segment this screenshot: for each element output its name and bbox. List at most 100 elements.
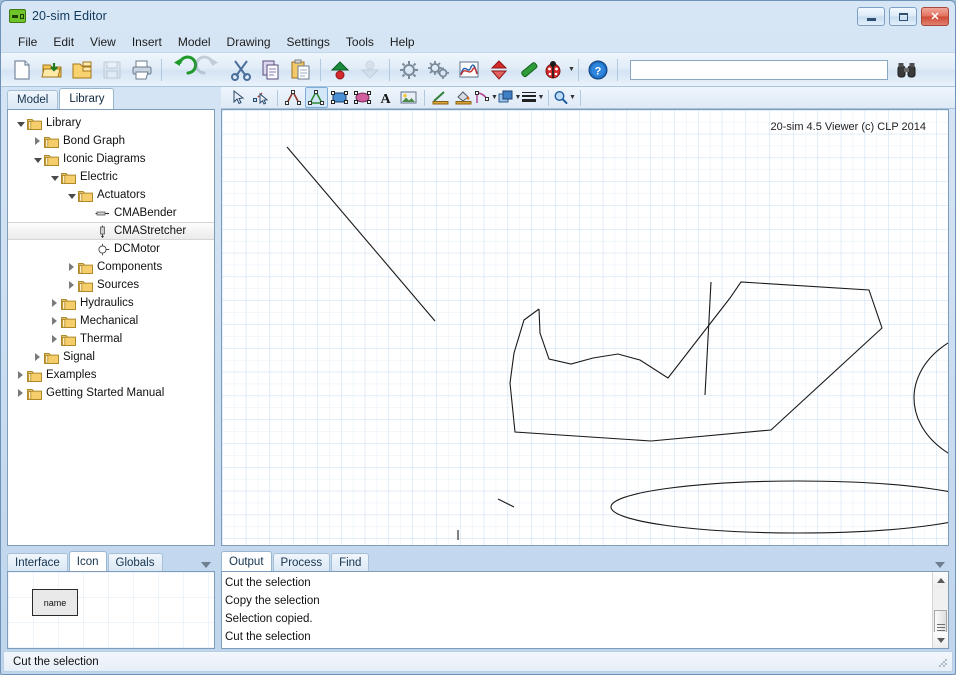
- tree-item-getting-started-manual[interactable]: Getting Started Manual: [8, 384, 214, 402]
- text-button[interactable]: A: [374, 87, 397, 108]
- marker-button[interactable]: [514, 55, 544, 85]
- tree-collapse-toggle-icon[interactable]: [31, 153, 44, 166]
- tree-item-dcmotor[interactable]: DCMotor: [8, 240, 214, 258]
- library-tree-panel[interactable]: Library Bond Graph Iconic Diagrams Electric…: [7, 109, 215, 546]
- tree-item-components[interactable]: Components: [8, 258, 214, 276]
- menu-settings[interactable]: Settings: [279, 33, 338, 51]
- go-up-button[interactable]: [325, 55, 355, 85]
- shape-style-button[interactable]: ▼: [475, 87, 498, 108]
- tree-expand-toggle-icon[interactable]: [48, 333, 61, 346]
- resize-grip-icon[interactable]: [938, 658, 948, 668]
- print-button[interactable]: [127, 55, 157, 85]
- fill-color-button[interactable]: [452, 87, 475, 108]
- menu-help[interactable]: Help: [382, 33, 423, 51]
- tree-item-examples[interactable]: Examples: [8, 366, 214, 384]
- tree-item-cmabender[interactable]: CMABender: [8, 204, 214, 222]
- tree-item-electric[interactable]: Electric: [8, 168, 214, 186]
- scroll-down-icon[interactable]: [201, 562, 211, 568]
- tab-find[interactable]: Find: [331, 553, 370, 571]
- tree-expand-toggle-icon[interactable]: [65, 261, 78, 274]
- save-button[interactable]: [97, 55, 127, 85]
- tree-expand-toggle-icon[interactable]: [14, 387, 27, 400]
- check-model-button[interactable]: [484, 55, 514, 85]
- tree-item-signal[interactable]: Signal: [8, 348, 214, 366]
- output-scrollbar[interactable]: [932, 572, 948, 648]
- search-input[interactable]: [631, 59, 887, 80]
- tree-expand-toggle-icon[interactable]: [48, 315, 61, 328]
- canvas-shapes[interactable]: [222, 110, 948, 545]
- tree-item-mechanical[interactable]: Mechanical: [8, 312, 214, 330]
- icon-name-shape[interactable]: name: [32, 589, 78, 616]
- tree-collapse-toggle-icon[interactable]: [48, 171, 61, 184]
- scrollbar-up-button[interactable]: [933, 572, 948, 588]
- icon-canvas[interactable]: name: [8, 572, 214, 648]
- tab-output[interactable]: Output: [221, 551, 272, 571]
- select-arrow-button[interactable]: [227, 87, 250, 108]
- model-settings-button[interactable]: [394, 55, 424, 85]
- line-color-button[interactable]: [429, 87, 452, 108]
- simulator-button[interactable]: [424, 55, 454, 85]
- tab-process[interactable]: Process: [272, 553, 331, 571]
- polyline-button[interactable]: [282, 87, 305, 108]
- menu-edit[interactable]: Edit: [45, 33, 82, 51]
- menu-view[interactable]: View: [82, 33, 124, 51]
- tree-collapse-toggle-icon[interactable]: [65, 189, 78, 202]
- scrollbar-down-button[interactable]: [933, 632, 948, 648]
- tree-item-iconic-diagrams[interactable]: Iconic Diagrams: [8, 150, 214, 168]
- menu-insert[interactable]: Insert: [124, 33, 170, 51]
- drawing-canvas-panel[interactable]: 20-sim 4.5 Viewer (c) CLP 2014: [221, 109, 949, 546]
- cut-button[interactable]: [226, 55, 256, 85]
- ellipse-button[interactable]: [351, 87, 374, 108]
- tab-interface[interactable]: Interface: [7, 553, 68, 571]
- tab-library[interactable]: Library: [59, 88, 115, 109]
- arrange-button[interactable]: ▼: [498, 87, 521, 108]
- zoom-button[interactable]: ▼: [553, 87, 576, 108]
- search-box[interactable]: [630, 59, 888, 80]
- tree-item-thermal[interactable]: Thermal: [8, 330, 214, 348]
- plot-button[interactable]: [454, 55, 484, 85]
- tree-item-sources[interactable]: Sources: [8, 276, 214, 294]
- tree-expand-toggle-icon[interactable]: [14, 369, 27, 382]
- drawing-canvas[interactable]: 20-sim 4.5 Viewer (c) CLP 2014: [222, 110, 948, 545]
- tab-model[interactable]: Model: [7, 90, 59, 109]
- open-folder-button[interactable]: [67, 55, 97, 85]
- tree-item-library[interactable]: Library: [8, 114, 214, 132]
- line-width-button[interactable]: ▼: [521, 87, 544, 108]
- tree-expand-toggle-icon[interactable]: [48, 297, 61, 310]
- go-down-button[interactable]: [355, 55, 385, 85]
- menu-drawing[interactable]: Drawing: [219, 33, 279, 51]
- tree-expand-toggle-icon[interactable]: [65, 279, 78, 292]
- image-button[interactable]: [397, 87, 420, 108]
- icon-editor-surface[interactable]: name: [7, 571, 215, 649]
- scroll-down-icon[interactable]: [935, 562, 945, 568]
- polygon-button[interactable]: [305, 87, 328, 108]
- scroll-up-icon[interactable]: [919, 562, 929, 568]
- menu-model[interactable]: Model: [170, 33, 219, 51]
- close-button[interactable]: ✕: [921, 7, 949, 26]
- help-button[interactable]: ?: [583, 55, 613, 85]
- debug-button[interactable]: ▼: [544, 55, 575, 85]
- rectangle-button[interactable]: [328, 87, 351, 108]
- output-surface[interactable]: Cut the selection Copy the selection Selec…: [221, 571, 949, 649]
- edit-points-button[interactable]: [250, 87, 273, 108]
- redo-button[interactable]: [194, 55, 226, 85]
- tab-globals[interactable]: Globals: [107, 553, 163, 571]
- scroll-up-icon[interactable]: [185, 562, 195, 568]
- paste-button[interactable]: [286, 55, 316, 85]
- tree-expand-toggle-icon[interactable]: [31, 135, 44, 148]
- menu-file[interactable]: File: [10, 33, 45, 51]
- tree-expand-toggle-icon[interactable]: [31, 351, 44, 364]
- maximize-button[interactable]: [889, 7, 917, 26]
- new-file-button[interactable]: [7, 55, 37, 85]
- tree-item-cmastretcher[interactable]: CMAStretcher: [8, 222, 214, 240]
- open-file-button[interactable]: [37, 55, 67, 85]
- copy-button[interactable]: [256, 55, 286, 85]
- menu-tools[interactable]: Tools: [338, 33, 382, 51]
- find-button[interactable]: [892, 55, 922, 85]
- tree-item-bond-graph[interactable]: Bond Graph: [8, 132, 214, 150]
- undo-button[interactable]: [166, 55, 198, 85]
- minimize-button[interactable]: [857, 7, 885, 26]
- tab-icon[interactable]: Icon: [68, 551, 107, 571]
- tree-item-actuators[interactable]: Actuators: [8, 186, 214, 204]
- tree-collapse-toggle-icon[interactable]: [14, 117, 27, 130]
